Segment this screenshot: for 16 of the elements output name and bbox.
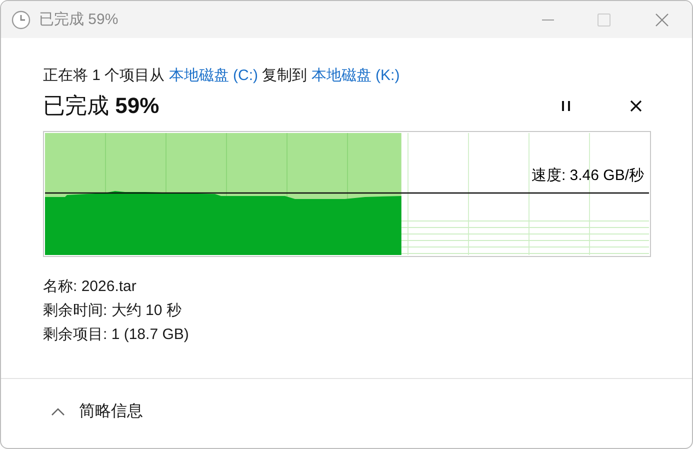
speed-label: 速度: 3.46 GB/秒 (531, 166, 644, 185)
maximize-icon (597, 12, 611, 26)
drive-link[interactable]: 本地磁盘 (C:) (168, 67, 258, 84)
close-icon (629, 99, 643, 113)
clock-icon (11, 10, 31, 30)
minimize-icon (542, 18, 554, 20)
detail-text: 剩余时间: 大约 10 秒 (43, 301, 182, 321)
drive-link[interactable]: 本地磁盘 (K:) (311, 67, 400, 84)
window-title: 已完成 59% (39, 10, 120, 29)
detail-text: 名称: 2026.tar (43, 277, 136, 297)
copy-description: 正在将 1 个项目从 本地磁盘 (C:) 复制到 本地磁盘 (K:) (43, 66, 401, 85)
pause-icon (559, 99, 573, 113)
close-icon (654, 12, 670, 28)
details-toggle[interactable]: 简略信息 (49, 399, 145, 424)
detail-text: 剩余项目: 1 (18.7 GB) (43, 325, 189, 345)
progress-heading: 已完成 59% (43, 92, 160, 120)
